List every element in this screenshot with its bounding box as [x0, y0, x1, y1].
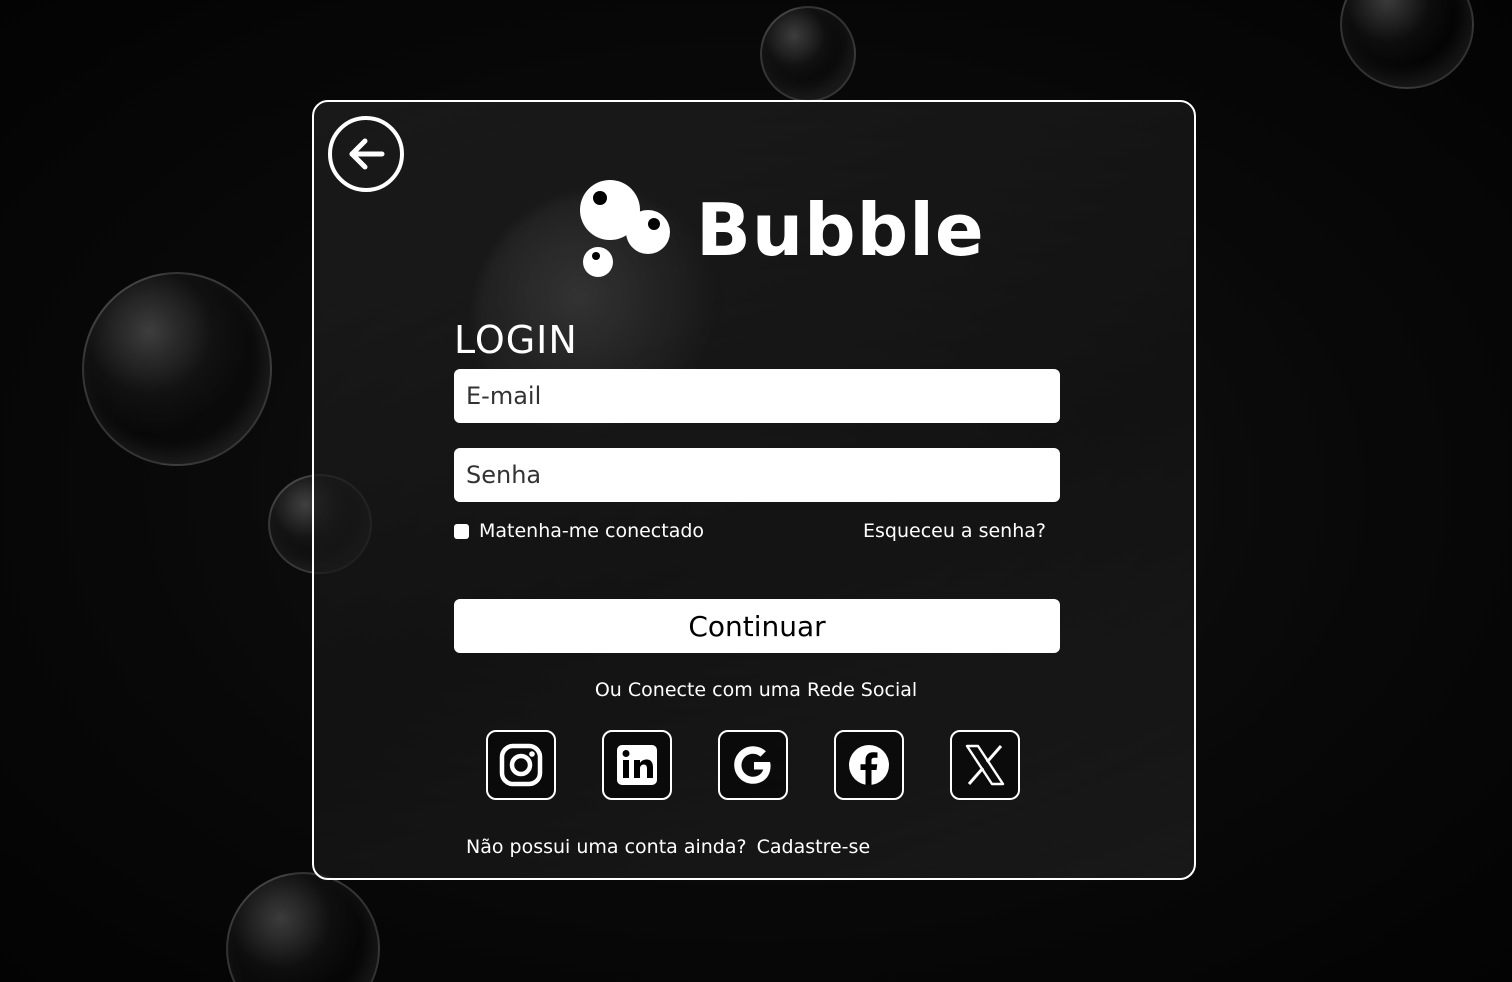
social-buttons	[486, 730, 1020, 800]
back-button[interactable]	[328, 116, 404, 192]
google-icon	[734, 746, 771, 784]
remember-me: Matenha-me conectado	[454, 520, 704, 542]
signup-prompt: Não possui uma conta ainda?	[466, 836, 747, 858]
remember-label[interactable]: Matenha-me conectado	[479, 520, 704, 542]
remember-checkbox[interactable]	[454, 523, 469, 539]
x-icon	[965, 744, 1005, 786]
bubble-decoration	[760, 6, 856, 102]
continue-button[interactable]: Continuar	[454, 599, 1060, 653]
bubble-decoration	[1340, 0, 1474, 89]
linkedin-button[interactable]	[602, 730, 672, 800]
google-button[interactable]	[718, 730, 788, 800]
email-field[interactable]	[454, 369, 1060, 423]
instagram-button[interactable]	[486, 730, 556, 800]
linkedin-icon	[617, 745, 657, 785]
brand-name: Bubble	[696, 188, 985, 272]
signup-link[interactable]: Cadastre-se	[757, 836, 871, 858]
page-title: LOGIN	[454, 318, 578, 362]
arrow-left-icon	[349, 138, 385, 170]
login-card: Bubble LOGIN Matenha-me conectado Esquec…	[312, 100, 1196, 880]
facebook-button[interactable]	[834, 730, 904, 800]
bubble-decoration	[226, 872, 380, 982]
forgot-password-link[interactable]: Esqueceu a senha?	[863, 520, 1046, 542]
x-button[interactable]	[950, 730, 1020, 800]
bubble-decoration	[82, 272, 272, 466]
password-field[interactable]	[454, 448, 1060, 502]
facebook-icon	[849, 745, 889, 785]
signup-row: Não possui uma conta ainda? Cadastre-se	[466, 836, 870, 858]
social-caption: Ou Conecte com uma Rede Social	[594, 679, 918, 701]
brand: Bubble	[578, 180, 985, 280]
bubble-logo-icon	[580, 180, 670, 277]
instagram-icon	[499, 743, 543, 787]
